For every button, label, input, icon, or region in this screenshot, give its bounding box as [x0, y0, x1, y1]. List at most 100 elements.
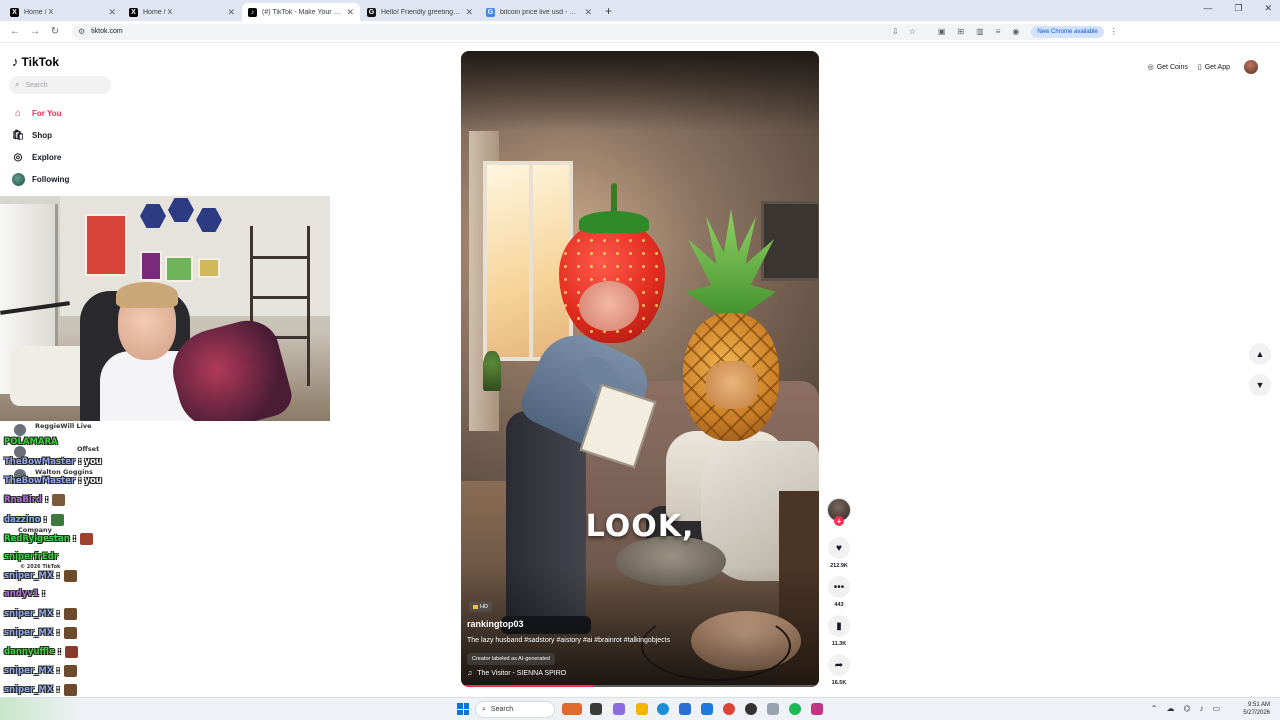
chat-message: RedRylgestan:: [4, 533, 94, 545]
music-track[interactable]: ♫ The Visitor - SIENNA SPIRO: [467, 670, 566, 677]
browser-tab[interactable]: G Hello! Friendly greeting - Grok ✕: [361, 3, 479, 21]
streamer-webcam: [0, 196, 330, 421]
following-avatar-icon: [11, 172, 25, 186]
taskbar-app-copilot-icon[interactable]: [613, 703, 625, 715]
new-tab-icon[interactable]: +: [605, 4, 612, 18]
chat-username: sniper_MX: [4, 666, 54, 676]
tab-close-icon[interactable]: ✕: [465, 7, 473, 18]
sidebar-item-for-you[interactable]: ⌂ For You: [11, 102, 131, 124]
tray-volume-icon[interactable]: ♪: [1199, 704, 1203, 713]
hd-label: HD: [480, 604, 488, 610]
chat-username: sniper_MX: [4, 628, 54, 638]
sidebar-item-explore[interactable]: ◎ Explore: [11, 146, 131, 168]
chat-message: sniper_MX:: [4, 608, 77, 620]
chat-emote-icon: [80, 533, 94, 545]
chevron-down-icon: ▼: [1255, 380, 1265, 390]
site-info-icon[interactable]: ⚙: [78, 27, 85, 36]
chat-text: :: [72, 534, 77, 544]
comment-count: 443: [834, 602, 844, 608]
taskbar-app-store-icon[interactable]: [679, 703, 691, 715]
tiktok-logo[interactable]: ♪ TikTok: [12, 54, 59, 69]
clock-time: 9:51 AM: [1247, 702, 1270, 708]
video-progress-bar[interactable]: [461, 685, 819, 687]
scene-picture-frame: [761, 201, 819, 281]
chat-text: :: [56, 685, 60, 695]
bookmark-button[interactable]: ▮ 11.3K: [826, 615, 852, 647]
sidebar-item-shop[interactable]: 🛍 Shop: [11, 124, 131, 146]
windows-start-icon[interactable]: [457, 703, 469, 715]
chat-message: sniper_MX:: [4, 627, 77, 639]
tray-network-icon[interactable]: ⌬: [1183, 704, 1190, 713]
taskbar-app-edge-icon[interactable]: [657, 703, 669, 715]
update-chrome-badge[interactable]: New Chrome available: [1031, 25, 1104, 38]
chat-username: dannyuffle: [4, 647, 55, 657]
ai-generated-label: Creator labeled as AI-generated: [467, 653, 555, 665]
minimize-icon[interactable]: —: [1203, 3, 1212, 14]
browser-tab[interactable]: X Home / X ✕: [4, 3, 122, 21]
tab-close-icon[interactable]: ✕: [584, 7, 592, 18]
back-icon[interactable]: ←: [10, 26, 20, 37]
tab-close-icon[interactable]: ✕: [227, 7, 235, 18]
sidebar-item-following[interactable]: Following: [11, 168, 131, 190]
taskbar-app-taskview-icon[interactable]: [590, 703, 602, 715]
extension-icon[interactable]: ▣: [938, 27, 946, 36]
comment-button[interactable]: ••• 443: [826, 576, 852, 608]
taskbar-app-folder-icon[interactable]: [636, 703, 648, 715]
browser-tab[interactable]: ♪ (#) TikTok - Make Your Day ✕: [242, 3, 360, 21]
taskbar-app-spotify-icon[interactable]: [789, 703, 801, 715]
reload-icon[interactable]: ↻: [50, 26, 60, 37]
taskbar-app-instagram-icon[interactable]: [811, 703, 823, 715]
music-title: The Visitor - SIENNA SPIRO: [477, 670, 567, 677]
taskbar-clock[interactable]: 9:51 AM 5/27/2026: [1243, 701, 1270, 717]
chat-text: :: [45, 495, 49, 505]
tab-search-icon[interactable]: ≡: [996, 27, 1001, 36]
user-avatar[interactable]: [1244, 60, 1258, 74]
close-window-icon[interactable]: ✕: [1264, 3, 1272, 14]
get-coins-button[interactable]: ◎ Get Coins: [1148, 63, 1188, 72]
maximize-icon[interactable]: ❐: [1234, 3, 1242, 14]
taskbar-app-chrome-icon[interactable]: [723, 703, 735, 715]
tray-cloud-icon[interactable]: ☁: [1166, 704, 1174, 713]
taskbar-app-mail-icon[interactable]: [701, 703, 713, 715]
follow-plus-icon[interactable]: +: [834, 516, 844, 526]
video-player[interactable]: LOOK, HD rankingtop03 The lazy husband #…: [461, 51, 819, 687]
get-app-button[interactable]: ▯ Get App: [1198, 63, 1230, 72]
browser-tab[interactable]: X Home / X ✕: [123, 3, 241, 21]
install-app-icon[interactable]: ⇩: [892, 27, 899, 36]
taskbar-app-widget-icon[interactable]: [562, 703, 582, 715]
forward-icon[interactable]: →: [30, 26, 40, 37]
puzzle-icon[interactable]: ⊞: [957, 27, 964, 36]
video-author[interactable]: rankingtop03: [467, 619, 524, 629]
comment-bubble-icon: •••: [828, 576, 850, 598]
hd-icon: [473, 605, 478, 609]
sidebar-item-label: Shop: [32, 130, 52, 140]
chat-username: sniper_MX: [4, 685, 54, 695]
taskbar-app-icon[interactable]: [767, 703, 779, 715]
chat-text: : you: [78, 476, 102, 486]
menu-kebab-icon[interactable]: ⋮: [1110, 27, 1118, 36]
tab-close-icon[interactable]: ✕: [108, 7, 116, 18]
previous-video-button[interactable]: ▲: [1249, 343, 1271, 365]
hd-badge[interactable]: HD: [469, 602, 492, 612]
like-button[interactable]: ♥ 212.9K: [826, 537, 852, 569]
browser-tab[interactable]: Gbitcoin price live usd - Google ✕: [480, 3, 598, 21]
chat-emote-icon: [65, 646, 79, 658]
video-description[interactable]: The lazy husband #sadstory #aistory #ai …: [467, 637, 670, 644]
tray-battery-icon[interactable]: ▭: [1212, 704, 1220, 713]
search-input[interactable]: ⌕ Search: [9, 76, 111, 94]
taskbar-search[interactable]: ⌕ Search: [475, 701, 555, 718]
chat-message: sniperfrEdr: [4, 552, 58, 562]
chat-message: dannyuffle:: [4, 646, 79, 658]
share-button[interactable]: ➦ 16.5K: [826, 654, 852, 686]
sidebar-item-label: Following: [32, 174, 70, 184]
strawberry-leaves: [579, 211, 649, 233]
next-video-button[interactable]: ▼: [1249, 374, 1271, 396]
profile-icon[interactable]: ◉: [1012, 27, 1019, 36]
tab-close-icon[interactable]: ✕: [346, 7, 354, 18]
tray-chevron-icon[interactable]: ⌃: [1151, 704, 1158, 713]
bookmark-star-icon[interactable]: ☆: [909, 27, 916, 36]
chat-emote-icon: [63, 665, 77, 677]
taskbar-app-obs-icon[interactable]: [745, 703, 757, 715]
split-view-icon[interactable]: ▥: [976, 27, 984, 36]
tab-title: bitcoin price live usd - Google: [500, 8, 580, 16]
